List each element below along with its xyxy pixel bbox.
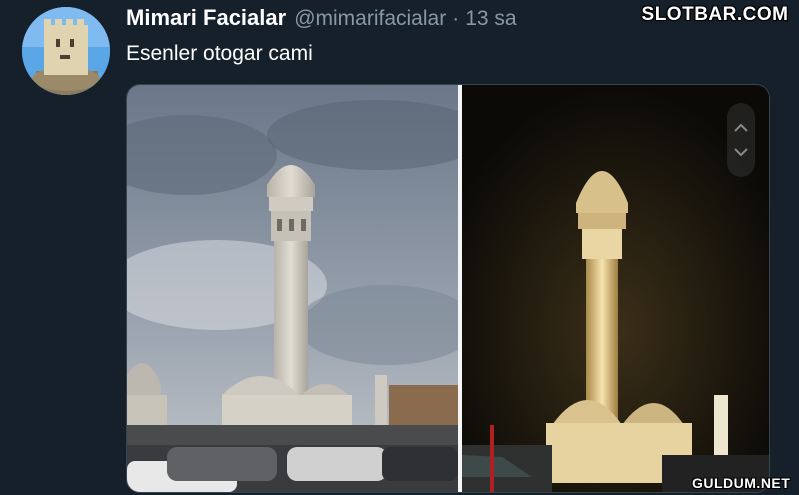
mosque-night-photo[interactable] [462,85,769,492]
castle-tower-icon [22,7,110,95]
separator-dot: · [452,7,460,30]
author-name[interactable]: Mimari Facialar [126,5,286,31]
tweet-text: Esenler otogar cami [126,42,313,65]
tweet-media[interactable] [126,84,770,493]
chevron-up-icon[interactable] [734,123,748,132]
watermark-top-text: SLOTBAR.COM [641,4,789,25]
chevron-down-icon[interactable] [734,148,748,157]
watermark-bottom-text: GULDUM.NET [692,475,791,491]
author-handle[interactable]: @mimarifacialar [294,7,446,31]
watermark-bottom: GULDUM.NET [692,474,790,492]
tweet-header: Mimari Facialar @mimarifacialar · 13 sa [126,5,517,33]
tweet-timestamp[interactable]: 13 sa [465,7,516,31]
avatar[interactable] [22,7,110,95]
watermark-top: SLOTBAR.COM [640,4,790,26]
mosque-day-photo[interactable] [127,85,458,492]
media-scroll-controls[interactable] [727,103,755,177]
